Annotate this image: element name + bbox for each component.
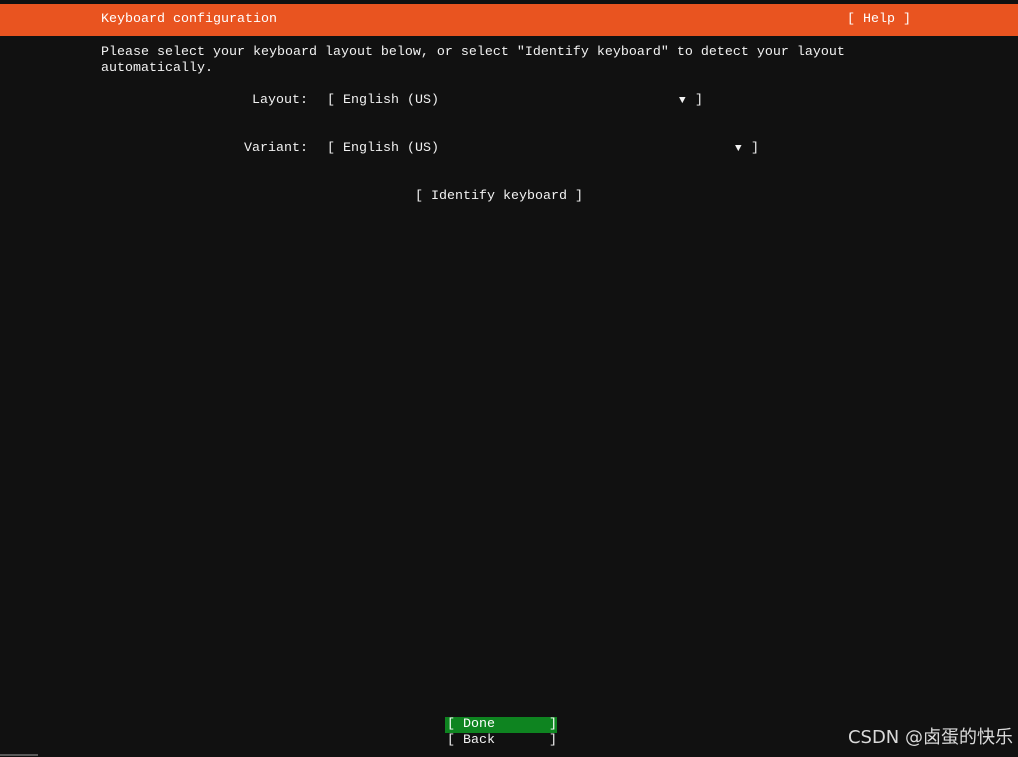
done-label: Done: [463, 717, 495, 732]
bracket-close: ]: [549, 733, 557, 748]
title-bar: Keyboard configuration [ Help]: [0, 4, 1018, 36]
bracket-open: [: [847, 12, 855, 27]
back-button[interactable]: [ Back ]: [445, 733, 557, 749]
bracket-open: [: [415, 189, 423, 204]
intro-text-line-1: Please select your keyboard layout below…: [101, 45, 845, 60]
back-label: Back: [463, 733, 495, 748]
identify-keyboard-button[interactable]: [ Identify keyboard]: [415, 189, 583, 205]
intro-text-line-2: automatically.: [101, 61, 213, 76]
help-button[interactable]: [ Help]: [847, 12, 911, 28]
bracket-close: ]: [903, 12, 911, 27]
variant-select[interactable]: [ English (US) ▼]: [327, 141, 759, 157]
bracket-close: ]: [574, 189, 583, 204]
done-button[interactable]: [ Done ]: [445, 717, 557, 733]
variant-select-value: English (US): [343, 141, 439, 156]
identify-keyboard-label: Identify keyboard: [431, 189, 567, 204]
layout-label: Layout:: [252, 93, 308, 108]
variant-label: Variant:: [244, 141, 308, 156]
help-label: Help: [863, 12, 895, 27]
layout-select-value: English (US): [343, 93, 439, 108]
layout-select[interactable]: [ English (US) ▼]: [327, 93, 703, 109]
triangle-down-icon: ▼: [735, 143, 742, 155]
bracket-close: ]: [549, 717, 557, 732]
page-title: Keyboard configuration: [101, 12, 277, 27]
triangle-down-icon: ▼: [679, 95, 686, 107]
bottom-edge-line: [0, 754, 38, 756]
bracket-close: ]: [695, 93, 703, 108]
bracket-open: [: [327, 93, 335, 108]
bracket-open: [: [447, 717, 455, 732]
bracket-open: [: [447, 733, 455, 748]
watermark: CSDN @卤蛋的快乐: [847, 727, 1013, 748]
bracket-open: [: [327, 141, 335, 156]
bracket-close: ]: [751, 141, 759, 156]
